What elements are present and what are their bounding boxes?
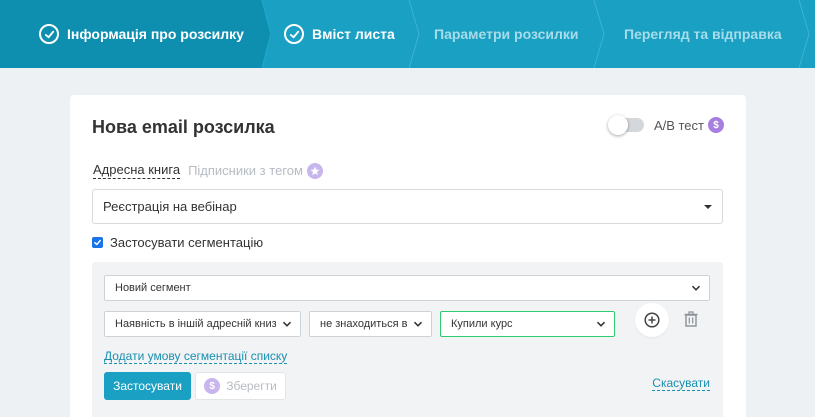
step-label: Параметри розсилки — [434, 26, 579, 42]
save-button[interactable]: $ Зберегти — [195, 372, 286, 400]
segmentation-label: Застосувати сегментацію — [110, 235, 264, 250]
dollar-coin-icon: $ — [708, 117, 724, 133]
tab-address-book[interactable]: Адресна книга — [93, 162, 181, 179]
chevron-down-icon — [413, 321, 423, 327]
step-info[interactable]: Інформація про розсилку — [39, 0, 244, 68]
tab-subscribers-by-tag[interactable]: Підписники з тегом — [188, 163, 303, 178]
campaign-card: Нова email розсилка A/B тест $ Адресна к… — [70, 95, 746, 417]
ab-test-control: A/B тест $ — [607, 115, 724, 135]
condition-field-select[interactable]: Наявність в іншій адресній книзі — [104, 311, 301, 337]
chevron-down-icon — [691, 285, 701, 291]
step-separator — [408, 0, 420, 68]
segment-select[interactable]: Новий сегмент — [104, 275, 710, 301]
segment-value: Новий сегмент — [115, 282, 191, 294]
star-badge-icon — [306, 162, 323, 179]
page-title: Нова email розсилка — [92, 117, 275, 137]
step-separator — [255, 0, 271, 68]
step-label: Вміст листа — [312, 26, 395, 42]
save-label: Зберегти — [226, 379, 277, 393]
step-label: Інформація про розсилку — [67, 26, 244, 42]
checkbox-checked-icon[interactable] — [92, 237, 103, 248]
chevron-down-icon — [282, 321, 292, 327]
trash-icon[interactable] — [682, 310, 700, 328]
add-condition-button[interactable] — [635, 303, 669, 337]
check-circle-icon — [39, 24, 59, 44]
step-separator — [593, 0, 605, 68]
condition-operator-select[interactable]: не знаходиться в — [309, 311, 432, 337]
add-condition-link[interactable]: Додати умову сегментації списку — [104, 349, 288, 364]
dollar-coin-icon: $ — [204, 378, 221, 394]
plus-circle-icon — [644, 312, 660, 328]
step-review-send[interactable]: Перегляд та відправка — [624, 0, 782, 68]
condition-value-select[interactable]: Купили курс — [440, 311, 615, 337]
address-book-select[interactable]: Реєстрація на вебінар — [92, 189, 723, 224]
apply-segmentation-checkbox[interactable]: Застосувати сегментацію — [92, 235, 263, 250]
check-circle-icon — [284, 24, 304, 44]
wizard-steps: Інформація про розсилку Вміст листа Пара… — [0, 0, 815, 68]
condition-value: Купили курс — [451, 318, 513, 330]
address-book-value: Реєстрація на вебінар — [103, 199, 237, 214]
step-separator — [798, 0, 810, 68]
step-label: Перегляд та відправка — [624, 26, 782, 42]
ab-test-toggle[interactable] — [607, 115, 644, 135]
condition-operator-value: не знаходиться в — [320, 318, 407, 330]
condition-field-value: Наявність в іншій адресній книзі — [115, 318, 276, 330]
chevron-down-icon — [596, 321, 606, 327]
apply-button[interactable]: Застосувати — [104, 372, 191, 400]
source-tabs: Адресна книга Підписники з тегом — [93, 162, 323, 179]
step-parameters[interactable]: Параметри розсилки — [434, 0, 578, 68]
ab-test-label: A/B тест — [653, 117, 704, 133]
cancel-link[interactable]: Скасувати — [652, 376, 710, 391]
step-content[interactable]: Вміст листа — [284, 0, 395, 68]
segmentation-panel: Новий сегмент Наявність в іншій адресній… — [92, 262, 723, 417]
caret-down-icon — [704, 204, 712, 209]
